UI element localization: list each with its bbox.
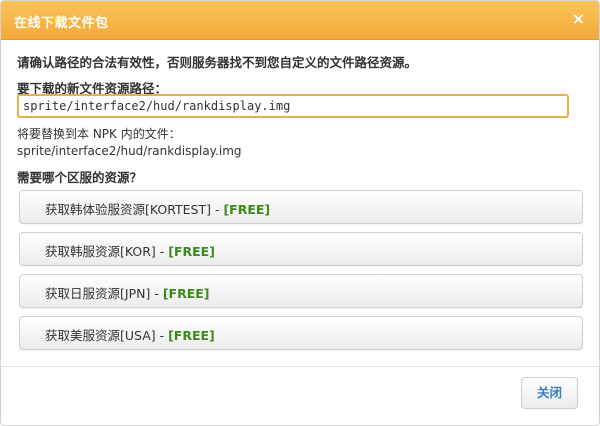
free-badge: [FREE] xyxy=(168,244,215,259)
region-separator: - xyxy=(150,286,163,301)
region-separator: - xyxy=(155,244,169,259)
download-dialog: 在线下载文件包 × 请确认路径的合法有效性，否则服务器找不到您自定义的文件路径资… xyxy=(0,0,600,426)
path-input[interactable] xyxy=(17,94,569,118)
region-label: 需要哪个区服的资源？ xyxy=(17,170,143,185)
close-button[interactable]: 关闭 xyxy=(521,377,578,409)
region-button-label: 获取韩服资源[KOR] - [FREE] xyxy=(45,241,215,260)
region-name: 获取韩服资源[KOR] xyxy=(45,244,156,259)
footer-divider xyxy=(1,366,599,367)
region-name: 获取美服资源[USA] xyxy=(45,328,156,343)
warning-text: 请确认路径的合法有效性，否则服务器找不到您自定义的文件路径资源。 xyxy=(17,55,418,70)
close-icon[interactable]: × xyxy=(572,10,585,28)
region-button-label: 获取韩体验服资源[KORTEST] - [FREE] xyxy=(45,199,270,218)
free-badge: [FREE] xyxy=(162,286,210,301)
region-name: 获取韩体验服资源[KORTEST] xyxy=(45,202,211,217)
region-name: 获取日服资源[JPN] xyxy=(45,286,151,301)
dialog-titlebar: 在线下载文件包 × xyxy=(1,1,599,40)
region-button-kortest[interactable]: 获取韩体验服资源[KORTEST] - [FREE] xyxy=(19,190,583,224)
free-badge: [FREE] xyxy=(168,328,215,343)
region-separator: - xyxy=(155,328,169,343)
region-button-label: 获取美服资源[USA] - [FREE] xyxy=(45,325,215,344)
replace-path: sprite/interface2/hud/rankdisplay.img xyxy=(17,144,242,158)
region-button-label: 获取日服资源[JPN] - [FREE] xyxy=(45,283,209,302)
free-badge: [FREE] xyxy=(223,202,271,217)
replace-label: 将要替换到本 NPK 内的文件： xyxy=(17,127,181,141)
region-button-usa[interactable]: 获取美服资源[USA] - [FREE] xyxy=(19,316,583,350)
region-separator: - xyxy=(211,202,224,217)
dialog-title: 在线下载文件包 xyxy=(14,16,109,31)
region-button-kor[interactable]: 获取韩服资源[KOR] - [FREE] xyxy=(19,232,583,266)
region-button-jpn[interactable]: 获取日服资源[JPN] - [FREE] xyxy=(19,274,583,308)
